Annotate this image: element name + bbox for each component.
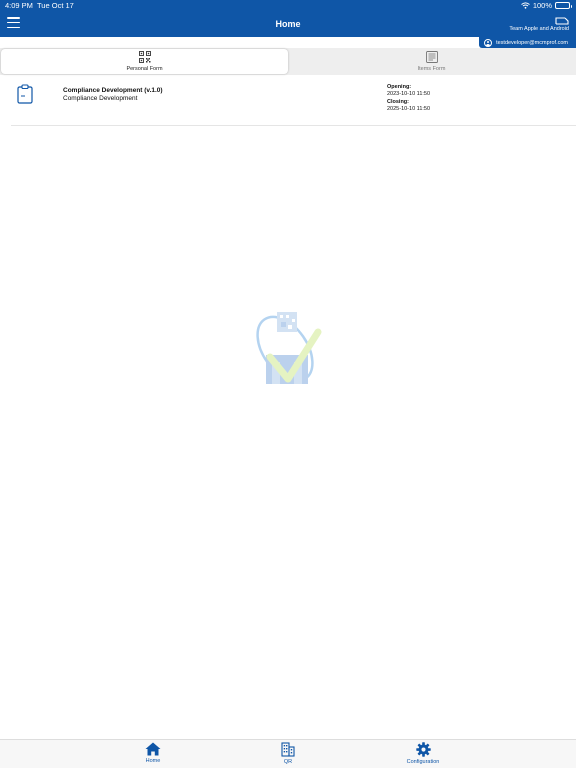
switch-team-icon bbox=[555, 17, 569, 25]
status-time: 4:09 PM bbox=[5, 1, 33, 10]
battery-icon bbox=[555, 2, 572, 9]
home-icon bbox=[145, 742, 161, 756]
status-right: 100% bbox=[520, 1, 572, 10]
nav-qr[interactable]: QR bbox=[258, 742, 318, 765]
app-header: 4:09 PM Tue Oct 17 100% Home Team Apple … bbox=[0, 0, 576, 37]
form-subtitle: Compliance Development bbox=[63, 95, 138, 102]
wifi-icon bbox=[520, 2, 530, 9]
user-email-badge[interactable]: testdeveloper@mcmprof.com bbox=[479, 37, 576, 48]
nav-qr-label: QR bbox=[283, 759, 293, 765]
gear-icon bbox=[415, 742, 431, 757]
team-switcher[interactable]: Team Apple and Android bbox=[509, 16, 569, 32]
building-icon bbox=[281, 742, 295, 757]
app-screen: 4:09 PM Tue Oct 17 100% Home Team Apple … bbox=[0, 0, 576, 768]
tab-personal-form[interactable]: Personal Form bbox=[1, 49, 288, 74]
team-label: Team Apple and Android bbox=[509, 26, 569, 32]
closing-label: Closing: bbox=[387, 98, 409, 105]
tab-personal-form-label: Personal Form bbox=[126, 66, 163, 72]
bottom-tab-bar: Home QR Configuration bbox=[0, 739, 576, 768]
user-icon bbox=[484, 38, 493, 47]
clipboard-icon bbox=[17, 84, 33, 104]
nav-configuration-label: Configuration bbox=[406, 759, 440, 765]
form-list-item[interactable]: Compliance Development (v.1.0) Complianc… bbox=[11, 82, 576, 126]
opening-value: 2023-10-10 11:50 bbox=[387, 91, 431, 98]
form-tabs: Personal Form Items Form bbox=[0, 48, 576, 75]
document-icon bbox=[425, 51, 438, 63]
status-date: Tue Oct 17 bbox=[37, 1, 74, 10]
nav-configuration[interactable]: Configuration bbox=[393, 742, 453, 765]
form-dates: Opening: 2023-10-10 11:50 Closing: 2025-… bbox=[387, 84, 430, 114]
battery-percent: 100% bbox=[532, 1, 552, 10]
closing-value: 2025-10-10 11:50 bbox=[387, 106, 431, 113]
page-title: Home bbox=[275, 19, 301, 29]
nav-home-label: Home bbox=[145, 758, 161, 764]
user-email: testdeveloper@mcmprof.com bbox=[496, 39, 568, 46]
status-bar: 4:09 PM Tue Oct 17 100% bbox=[0, 0, 576, 12]
nav-home[interactable]: Home bbox=[123, 742, 183, 764]
qr-code-icon bbox=[138, 51, 151, 63]
app-logo-watermark bbox=[256, 312, 322, 384]
tab-items-form[interactable]: Items Form bbox=[288, 48, 575, 75]
tab-items-form-label: Items Form bbox=[417, 66, 446, 72]
opening-label: Opening: bbox=[387, 84, 412, 90]
form-title: Compliance Development (v.1.0) bbox=[63, 87, 163, 94]
